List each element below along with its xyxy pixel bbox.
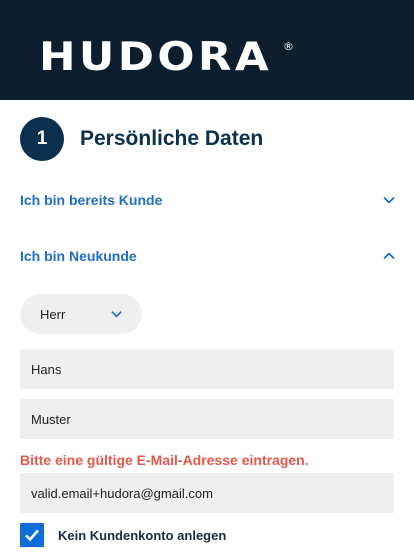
chevron-down-icon xyxy=(382,193,396,207)
email-field[interactable] xyxy=(20,473,394,513)
salutation-value: Herr xyxy=(40,306,66,322)
registered-mark: ® xyxy=(283,40,294,53)
accordion-new-customer-label: Ich bin Neukunde xyxy=(20,248,137,264)
accordion-existing-customer[interactable]: Ich bin bereits Kunde xyxy=(20,189,396,211)
no-account-label: Kein Kundenkonto anlegen xyxy=(58,527,227,543)
no-account-checkbox[interactable] xyxy=(20,523,44,547)
site-header: HUDORA ® xyxy=(0,0,414,100)
accordion-new-customer[interactable]: Ich bin Neukunde xyxy=(20,245,396,267)
chevron-down-icon xyxy=(109,307,123,321)
step-title: Persönliche Daten xyxy=(80,127,264,150)
email-error-message: Bitte eine gültige E-Mail-Adresse eintra… xyxy=(20,452,309,468)
last-name-input[interactable] xyxy=(31,411,394,427)
first-name-field[interactable] xyxy=(20,349,394,389)
logo-text: HUDORA xyxy=(39,35,273,80)
no-account-option[interactable]: Kein Kundenkonto anlegen xyxy=(20,522,226,548)
salutation-select[interactable]: Herr xyxy=(20,294,142,334)
first-name-input[interactable] xyxy=(31,361,394,377)
email-input[interactable] xyxy=(31,485,394,501)
last-name-field[interactable] xyxy=(20,399,394,439)
step-heading: 1 Persönliche Daten xyxy=(20,117,263,161)
accordion-existing-customer-label: Ich bin bereits Kunde xyxy=(20,192,163,208)
chevron-up-icon xyxy=(382,249,396,263)
hudora-logo[interactable]: HUDORA ® xyxy=(39,38,294,78)
checkmark-icon xyxy=(25,529,39,542)
step-number-badge: 1 xyxy=(20,117,64,161)
